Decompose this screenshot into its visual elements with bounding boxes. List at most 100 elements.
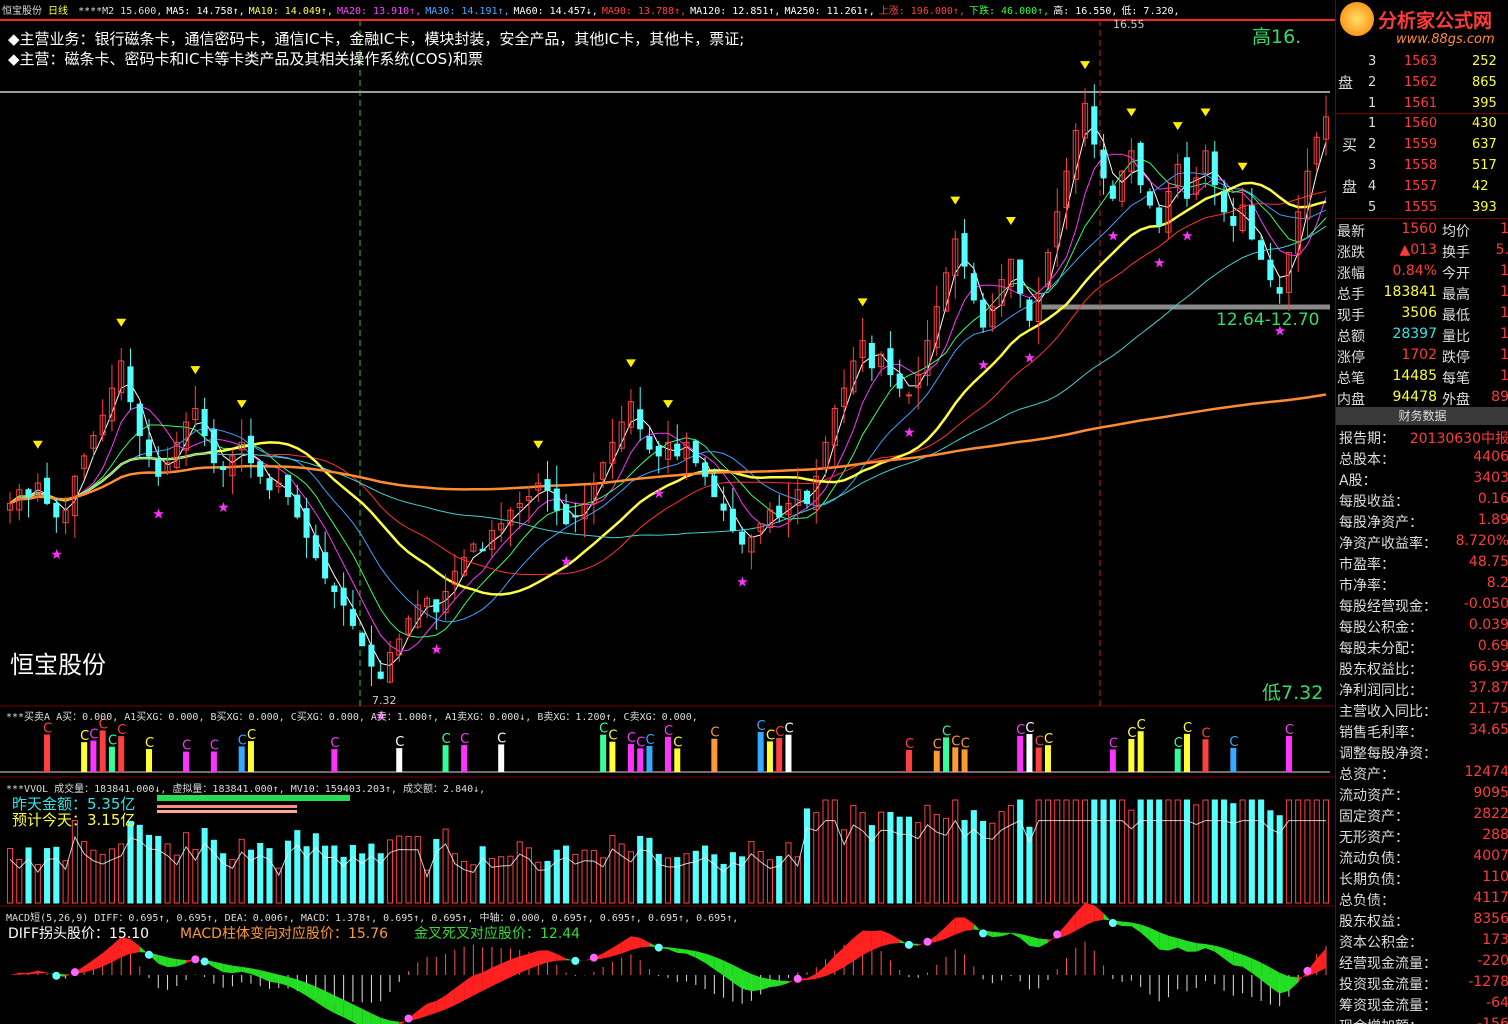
buysell-letter: C bbox=[1202, 726, 1211, 741]
buy-signal-star: ★ bbox=[977, 357, 990, 373]
fin-key: 主营收入同比： bbox=[1339, 704, 1437, 720]
buysell-letter: C bbox=[784, 722, 793, 737]
candle-body bbox=[803, 490, 811, 504]
fin-value: 4007 bbox=[1473, 848, 1508, 864]
fin-value: 0.039 bbox=[1468, 617, 1508, 633]
candle-body bbox=[155, 459, 162, 477]
high-label: 高16. bbox=[1252, 26, 1302, 48]
fin-key: 每股收益： bbox=[1339, 494, 1409, 510]
candle-body bbox=[729, 508, 736, 532]
buysell-bar bbox=[609, 741, 616, 772]
macd-cross-dot bbox=[404, 1014, 413, 1023]
ma-value-5: MA60: 14.457↓, bbox=[513, 6, 598, 17]
fin-value: 9095 bbox=[1473, 785, 1508, 801]
quote-key-2: 量比 bbox=[1442, 329, 1470, 345]
candle-body bbox=[368, 644, 375, 667]
buysell-letter: C bbox=[1285, 723, 1294, 738]
buysell-letter: C bbox=[460, 732, 469, 747]
fin-row-6: 市盈率： 48.75 bbox=[1336, 552, 1508, 573]
fin-row-15: 调整每股净资： bbox=[1336, 741, 1508, 762]
macd-price: MACD柱体变向对应股价：15.76 bbox=[180, 926, 389, 942]
macd-cross-dot bbox=[145, 950, 154, 959]
buysell-bar bbox=[442, 745, 449, 772]
buysell-bar bbox=[674, 748, 681, 772]
buysell-bar bbox=[1026, 734, 1033, 772]
candle-body bbox=[1230, 216, 1237, 226]
buy-volume: 393 bbox=[1472, 200, 1497, 215]
macd-cross-dot bbox=[1303, 966, 1312, 975]
candle-body bbox=[961, 233, 968, 267]
fin-value: 3403 bbox=[1473, 470, 1508, 486]
quote-value-2: 89 bbox=[1491, 389, 1508, 405]
volume-bar bbox=[1100, 799, 1107, 904]
fin-key: 每股未分配： bbox=[1339, 641, 1423, 657]
fin-value: 1.89 bbox=[1477, 512, 1508, 528]
buysell-bar bbox=[711, 738, 718, 772]
candle-body bbox=[1156, 207, 1163, 226]
buy-price: 1560 bbox=[1404, 116, 1438, 131]
quote-panel: 分析家公式网 www.88gs.com 盘 买 盘 财务数据 3 1563 252 2… bbox=[1335, 0, 1508, 1024]
buy-signal-star: ★ bbox=[50, 547, 63, 563]
candle-body bbox=[1026, 299, 1033, 321]
candle-body bbox=[312, 535, 319, 559]
candle-body bbox=[1267, 259, 1274, 281]
candle-body bbox=[53, 502, 60, 518]
volume-bar bbox=[145, 834, 153, 904]
fin-value: 20130630中报 bbox=[1409, 431, 1508, 447]
chart-header: 恒宝股份 日线 ****M2 15.600, MA5: 14.758↑, MA10:… bbox=[2, 6, 1180, 18]
buysell-letter: C bbox=[117, 723, 126, 738]
ma-value-11: 高: 16.550, bbox=[1053, 6, 1118, 17]
fin-value: 0.69 bbox=[1477, 638, 1508, 654]
business-line-1: ◆主营业务：银行磁条卡，通信密码卡，通信IC卡，金融IC卡，模块封装，安全产品，… bbox=[8, 30, 745, 48]
quote-key-2: 最低 bbox=[1442, 308, 1470, 324]
fin-key: 净资产收益率： bbox=[1339, 536, 1437, 552]
fin-value: 21.75 bbox=[1468, 701, 1508, 717]
volume-bar bbox=[266, 848, 273, 904]
candle-body bbox=[44, 477, 51, 504]
volume-bar bbox=[1137, 799, 1144, 904]
macd-cross-dot bbox=[979, 929, 988, 938]
buysell-bar bbox=[1109, 749, 1116, 772]
fin-key: 固定资产： bbox=[1339, 809, 1409, 825]
quote-value: ▲013 bbox=[1399, 242, 1438, 258]
volume-bar bbox=[702, 845, 709, 904]
buysell-bar bbox=[600, 734, 607, 772]
volume-bar bbox=[44, 848, 51, 904]
candle-body bbox=[1109, 185, 1116, 199]
kline-chart[interactable]: ★★ ★★★★★★★★ ★★★★★ CC CCCCC C C C CC C C C CC C C C CCCC… bbox=[0, 0, 1335, 1024]
sell-level-2: 2 1562 865 bbox=[1336, 73, 1508, 94]
volume-bar bbox=[1258, 799, 1265, 904]
quote-value: 3506 bbox=[1401, 305, 1437, 321]
candle-body bbox=[905, 394, 913, 397]
fin-row-21: 长期负债： 110 bbox=[1336, 867, 1508, 888]
buy-signal-star: ★ bbox=[1107, 229, 1120, 245]
candle-body bbox=[563, 504, 570, 525]
macd-cross-dot bbox=[571, 956, 580, 965]
volume-bar bbox=[692, 850, 699, 904]
fin-row-13: 主营收入同比： 21.75 bbox=[1336, 699, 1508, 720]
volume-bar bbox=[1276, 815, 1283, 904]
buysell-bar bbox=[396, 748, 403, 772]
quote-row-5: 总额 28397 量比 1 bbox=[1336, 324, 1508, 345]
volume-bar bbox=[887, 811, 894, 904]
buysell-letter: C bbox=[942, 724, 951, 739]
candle-body bbox=[1091, 106, 1098, 145]
buysell-letter: C bbox=[80, 729, 89, 744]
candle-body bbox=[331, 585, 338, 593]
volume-bar bbox=[25, 847, 32, 904]
macd-ribbon-segment bbox=[1279, 972, 1289, 994]
buysell-bar bbox=[637, 748, 644, 772]
buysell-letter: C bbox=[1044, 732, 1053, 747]
support-label: 12.64-12.70 bbox=[1216, 310, 1320, 330]
fin-tab[interactable]: 财务数据 bbox=[1336, 407, 1508, 425]
quote-value: 14485 bbox=[1392, 368, 1437, 384]
fin-row-18: 固定资产： 2822 bbox=[1336, 804, 1508, 825]
buysell-bar bbox=[1017, 735, 1024, 772]
buysell-letter: C bbox=[766, 728, 775, 743]
period-label[interactable]: 日线 bbox=[48, 6, 68, 17]
buy-signal-star: ★ bbox=[152, 507, 165, 523]
candle-body bbox=[359, 632, 366, 647]
candle-body bbox=[776, 505, 783, 518]
buysell-bar bbox=[90, 740, 97, 772]
buysell-bar bbox=[1285, 735, 1292, 772]
